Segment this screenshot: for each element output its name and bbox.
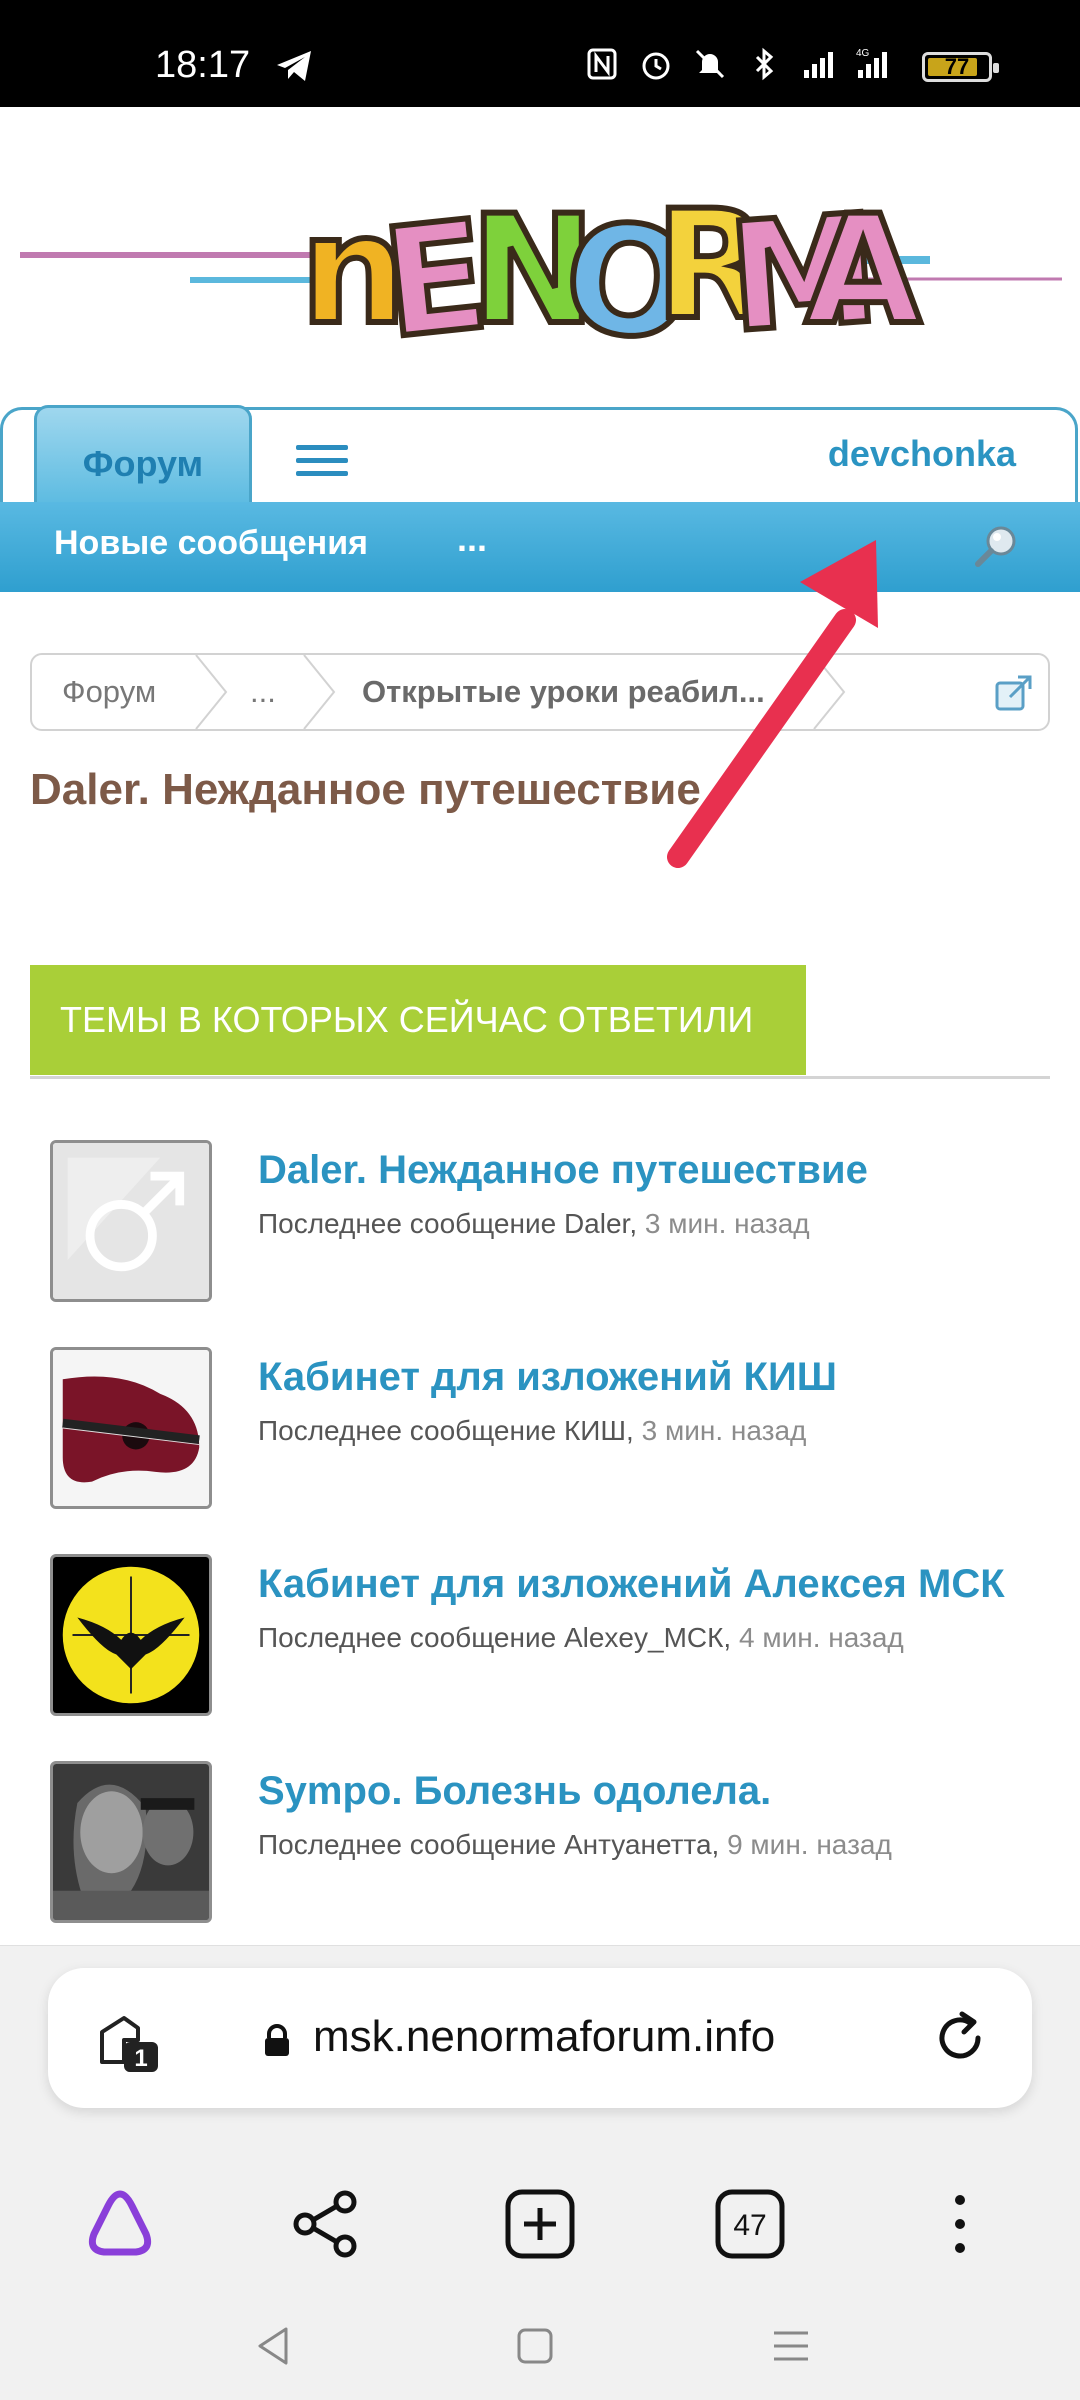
home-icon[interactable] <box>510 2321 560 2371</box>
back-icon[interactable] <box>250 2321 300 2371</box>
new-tab-icon[interactable] <box>500 2184 580 2264</box>
more-options-icon[interactable] <box>920 2184 1000 2264</box>
open-tabs-count: 47 <box>733 2209 766 2242</box>
tabs-count-icon[interactable]: 47 <box>710 2184 790 2264</box>
url-text[interactable]: msk.nenormaforum.info <box>313 2012 775 2062</box>
incognito-tabs-icon[interactable]: 1 <box>94 2010 160 2076</box>
system-navigation-bar <box>0 2291 1080 2400</box>
share-icon[interactable] <box>287 2184 367 2264</box>
browser-toolbar: 47 <box>0 2166 1080 2286</box>
browser-bottom-bar: 1 msk.nenormaforum.info 47 <box>0 1945 1080 2400</box>
recents-icon[interactable] <box>766 2321 816 2371</box>
reload-icon[interactable] <box>932 2010 988 2066</box>
address-bar[interactable]: 1 msk.nenormaforum.info <box>48 1968 1032 2108</box>
alice-assistant-icon[interactable] <box>80 2184 160 2264</box>
lock-icon <box>265 2024 289 2056</box>
tab-count-badge: 1 <box>134 2045 147 2072</box>
